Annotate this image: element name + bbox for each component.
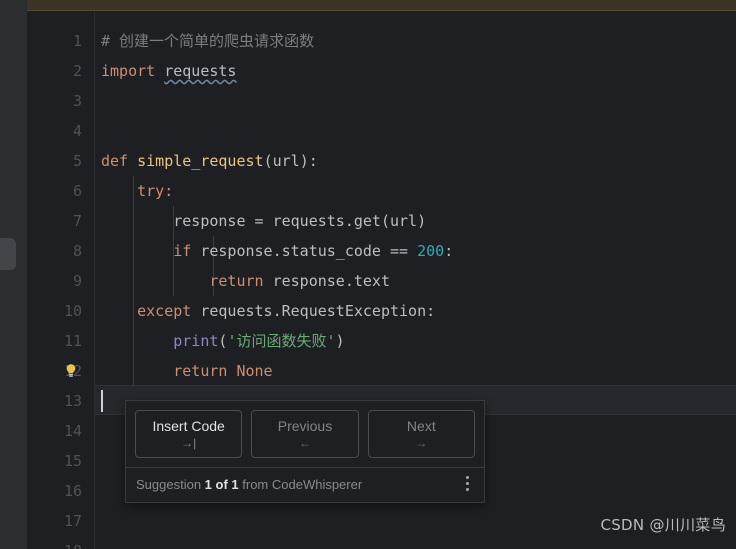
code-line[interactable]: # 创建一个简单的爬虫请求函数: [95, 26, 736, 56]
next-suggestion-button[interactable]: Next →: [367, 410, 475, 458]
ide-window: 1 2 3 4 5 6 7 8 9 10 11 12 13 14 15 16 1…: [0, 0, 736, 549]
editor-gutter[interactable]: 1 2 3 4 5 6 7 8 9 10 11 12 13 14 15 16 1…: [27, 12, 94, 549]
token-paren-close: ):: [299, 152, 318, 170]
status-prefix: Suggestion: [136, 477, 205, 492]
text-caret: [101, 390, 103, 412]
token-exception-name: requests.RequestException:: [200, 302, 436, 320]
token-keyword-import: import: [101, 62, 156, 80]
next-label: Next: [406, 418, 436, 434]
token-param-url: url: [272, 152, 300, 170]
status-suffix: from CodeWhisperer: [238, 477, 363, 492]
token-operator-assign: =: [245, 212, 273, 230]
left-tool-rail: [0, 0, 27, 549]
line-number: 10: [63, 302, 82, 320]
suggestion-status-text: Suggestion 1 of 1 from CodeWhisperer: [136, 476, 460, 493]
line-number: 3: [72, 92, 82, 110]
code-line[interactable]: [95, 116, 736, 146]
previous-suggestion-button[interactable]: Previous ←: [251, 410, 359, 458]
line-number: 16: [63, 482, 82, 500]
token-keyword-return: return: [209, 272, 264, 290]
token-expr-response-text: response.text: [272, 272, 390, 290]
status-count: 1 of 1: [204, 477, 239, 492]
code-line[interactable]: [95, 356, 736, 386]
token-number-200: 200: [417, 242, 445, 260]
code-line[interactable]: import requests: [95, 56, 736, 86]
token-colon: :: [444, 242, 454, 260]
code-editor[interactable]: 1 2 3 4 5 6 7 8 9 10 11 12 13 14 15 16 1…: [27, 12, 736, 549]
code-line[interactable]: return response.text: [95, 266, 736, 296]
token-builtin-print: print: [173, 332, 219, 350]
watermark: CSDN @川川菜鸟: [600, 516, 726, 534]
tool-window-handle[interactable]: [0, 238, 16, 270]
line-number: 7: [72, 212, 82, 230]
token-string-fail: '访问函数失败': [227, 332, 336, 350]
code-line[interactable]: print('访问函数失败'): [95, 326, 736, 356]
code-content[interactable]: # 创建一个简单的爬虫请求函数 import requests def simp…: [95, 12, 736, 549]
insert-code-label: Insert Code: [152, 418, 225, 434]
token-paren-open: (: [263, 152, 273, 170]
more-options-icon[interactable]: [460, 475, 474, 494]
line-number: 2: [72, 62, 82, 80]
line-number: 18: [42, 536, 82, 549]
line-number: 1: [72, 32, 82, 50]
code-line[interactable]: def simple_request(url):: [95, 146, 736, 176]
token-keyword-try: try:: [137, 182, 174, 200]
token-comment: # 创建一个简单的爬虫请求函数: [101, 32, 315, 50]
token-var-response: response: [173, 212, 246, 230]
line-number: 15: [63, 452, 82, 470]
line-number: 8: [72, 242, 82, 260]
line-number: 17: [63, 512, 82, 530]
next-shortcut: →: [415, 436, 428, 450]
line-number: 6: [72, 182, 82, 200]
line-number: 14: [63, 422, 82, 440]
token-keyword-def: def: [101, 152, 129, 170]
token-keyword-except: except: [137, 302, 192, 320]
token-function-name: simple_request: [137, 152, 264, 170]
insert-code-button[interactable]: Insert Code →|: [135, 410, 243, 458]
line-number: 4: [72, 122, 82, 140]
suggestion-footer: Suggestion 1 of 1 from CodeWhisperer: [126, 468, 484, 502]
lightbulb-icon[interactable]: [63, 356, 79, 386]
line-number: 11: [63, 332, 82, 350]
line-number: 13: [63, 392, 82, 410]
previous-label: Previous: [277, 418, 333, 434]
top-notification-strip[interactable]: [27, 0, 736, 11]
token-expr-status-code: response.status_code ==: [200, 242, 418, 260]
codewhisperer-suggestion-popup[interactable]: Insert Code →| Previous ← Next → Suggest…: [125, 400, 485, 503]
previous-shortcut: ←: [298, 436, 311, 450]
line-number: 9: [72, 272, 82, 290]
suggestion-action-buttons: Insert Code →| Previous ← Next →: [126, 401, 484, 468]
token-keyword-if: if: [173, 242, 192, 260]
code-line[interactable]: [95, 86, 736, 116]
line-number: 5: [72, 152, 82, 170]
code-line[interactable]: response = requests.get(url): [95, 206, 736, 236]
code-line[interactable]: try:: [95, 176, 736, 206]
code-line[interactable]: except requests.RequestException:: [95, 296, 736, 326]
code-line[interactable]: if response.status_code == 200:: [95, 236, 736, 266]
token-module-requests: requests: [164, 62, 237, 80]
token-call-requests-get: requests.get(url): [272, 212, 427, 230]
code-line[interactable]: [95, 536, 736, 549]
insert-code-shortcut: →|: [181, 436, 197, 450]
